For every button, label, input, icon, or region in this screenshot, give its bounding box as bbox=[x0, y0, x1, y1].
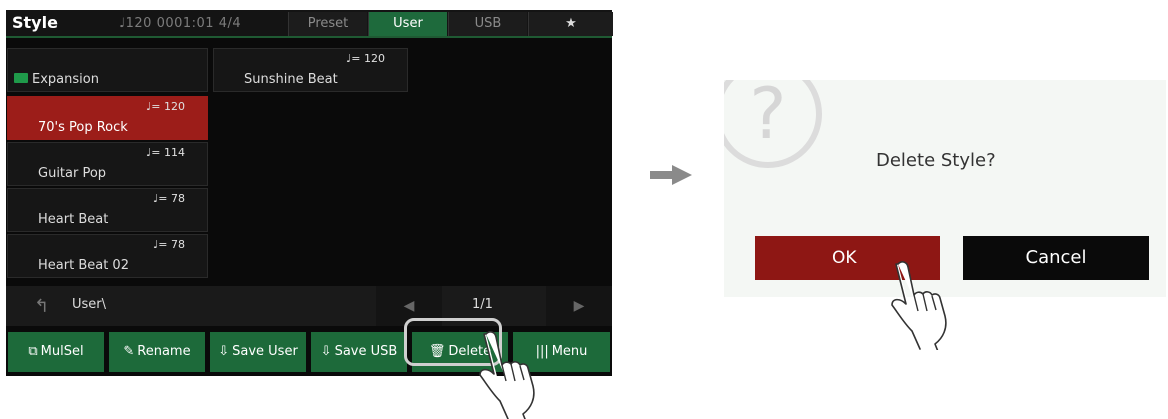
mulsel-button[interactable]: ⧉ MulSel bbox=[8, 332, 104, 372]
style-screen: Style ♩120 0001:01 4/4 Preset User USB ★… bbox=[6, 10, 613, 376]
style-item[interactable]: ♩= 78 Heart Beat 02 bbox=[7, 234, 208, 278]
rename-icon: ✎ bbox=[123, 344, 135, 359]
tab-favorites[interactable]: ★ bbox=[528, 12, 613, 36]
back-icon[interactable]: ↰ bbox=[34, 296, 49, 317]
screen-title: Style bbox=[12, 13, 58, 32]
tempo-status: ♩120 0001:01 4/4 bbox=[119, 16, 242, 31]
style-item-selected[interactable]: ♩= 120 70's Pop Rock bbox=[7, 96, 208, 140]
style-name: Heart Beat bbox=[38, 212, 109, 227]
multi-select-icon: ⧉ bbox=[28, 344, 38, 359]
tab-user[interactable]: User bbox=[368, 12, 447, 36]
page-indicator: 1/1 bbox=[472, 297, 493, 312]
navigation-bar: ↰ User\ ◀ 1/1 ▶ bbox=[6, 286, 612, 326]
tempo-label: ♩= 78 bbox=[153, 238, 185, 251]
style-item[interactable]: ♩= 114 Guitar Pop bbox=[7, 142, 208, 186]
tab-preset[interactable]: Preset bbox=[288, 12, 367, 36]
tempo-label: ♩= 78 bbox=[153, 192, 185, 205]
tab-usb[interactable]: USB bbox=[448, 12, 527, 36]
folder-icon bbox=[14, 73, 28, 83]
tempo-label: ♩= 120 bbox=[346, 52, 385, 65]
folder-expansion[interactable]: Expansion bbox=[7, 48, 208, 92]
rename-button[interactable]: ✎ Rename bbox=[109, 332, 205, 372]
style-item[interactable]: ♩= 120 Sunshine Beat bbox=[213, 48, 408, 92]
arrow-right-icon bbox=[650, 165, 692, 185]
hand-pointer-icon bbox=[891, 261, 947, 350]
style-name: Heart Beat 02 bbox=[38, 258, 129, 273]
mulsel-label: MulSel bbox=[40, 344, 84, 359]
save-usb-button[interactable]: ⇩ Save USB bbox=[311, 332, 407, 372]
style-item[interactable]: ♩= 78 Heart Beat bbox=[7, 188, 208, 232]
path-label: User\ bbox=[72, 297, 107, 312]
usb-save-icon: ⇩ bbox=[320, 344, 332, 359]
save-user-button[interactable]: ⇩ Save User bbox=[210, 332, 306, 372]
folder-label: Expansion bbox=[32, 72, 99, 87]
hand-pointer-icon bbox=[479, 331, 535, 419]
tempo-label: ♩= 120 bbox=[146, 100, 185, 113]
style-name: 70's Pop Rock bbox=[38, 120, 128, 135]
cancel-button[interactable]: Cancel bbox=[963, 236, 1149, 280]
style-name: Guitar Pop bbox=[38, 166, 107, 181]
save-user-label: Save User bbox=[232, 344, 298, 359]
question-icon: ? bbox=[724, 80, 822, 168]
next-page-button[interactable]: ▶ bbox=[546, 286, 612, 326]
rename-label: Rename bbox=[137, 344, 191, 359]
save-icon: ⇩ bbox=[218, 344, 230, 359]
save-usb-label: Save USB bbox=[334, 344, 398, 359]
top-bar: Style ♩120 0001:01 4/4 Preset User USB ★ bbox=[6, 10, 613, 38]
dialog-message: Delete Style? bbox=[876, 150, 996, 171]
tempo-label: ♩= 114 bbox=[146, 146, 185, 159]
style-name: Sunshine Beat bbox=[244, 72, 338, 87]
